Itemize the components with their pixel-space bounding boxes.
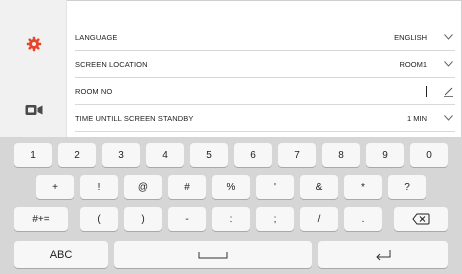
setting-label: ROOM NO <box>75 86 113 96</box>
key-8[interactable]: 8 <box>322 143 360 167</box>
key-open-paren[interactable]: ( <box>80 207 118 231</box>
key-apostrophe[interactable]: ' <box>256 175 294 199</box>
key-hash[interactable]: # <box>168 175 206 199</box>
settings-list: LANGUAGE ENGLISH SCREEN LOCATION ROOM1 R… <box>75 24 455 132</box>
setting-value: ROOM1 <box>399 59 427 69</box>
key-2[interactable]: 2 <box>58 143 96 167</box>
text-cursor <box>426 85 427 97</box>
setting-row-screen-location[interactable]: SCREEN LOCATION ROOM1 <box>75 51 455 78</box>
key-asterisk[interactable]: * <box>344 175 382 199</box>
setting-value: ENGLISH <box>394 32 427 42</box>
key-at[interactable]: @ <box>124 175 162 199</box>
gear-icon[interactable] <box>0 36 67 52</box>
on-screen-keyboard: 1 2 3 4 5 6 7 8 9 0 + ! @ # % ' & * ? #+… <box>0 137 462 274</box>
key-ampersand[interactable]: & <box>300 175 338 199</box>
key-close-paren[interactable]: ) <box>124 207 162 231</box>
key-5[interactable]: 5 <box>190 143 228 167</box>
key-9[interactable]: 9 <box>366 143 404 167</box>
key-question[interactable]: ? <box>388 175 426 199</box>
key-exclamation[interactable]: ! <box>80 175 118 199</box>
key-plus[interactable]: + <box>36 175 74 199</box>
chevron-down-icon[interactable] <box>441 61 455 67</box>
setting-row-room-no[interactable]: ROOM NO <box>75 78 455 105</box>
key-colon[interactable]: : <box>212 207 250 231</box>
key-3[interactable]: 3 <box>102 143 140 167</box>
setting-label: LANGUAGE <box>75 32 118 42</box>
space-icon <box>198 251 228 258</box>
video-camera-icon[interactable] <box>0 104 67 116</box>
chevron-down-icon[interactable] <box>441 34 455 40</box>
key-6[interactable]: 6 <box>234 143 272 167</box>
setting-row-standby[interactable]: TIME UNTILL SCREEN STANDBY 1 MIN <box>75 105 455 132</box>
spacebar[interactable] <box>114 241 312 268</box>
key-1[interactable]: 1 <box>14 143 52 167</box>
key-symbols-toggle[interactable]: #+= <box>14 207 68 231</box>
chevron-down-icon[interactable] <box>441 115 455 121</box>
key-period[interactable]: . <box>344 207 382 231</box>
setting-label: SCREEN LOCATION <box>75 59 148 69</box>
key-0[interactable]: 0 <box>410 143 448 167</box>
setting-value: 1 MIN <box>406 113 427 123</box>
key-4[interactable]: 4 <box>146 143 184 167</box>
backspace-key[interactable] <box>394 207 448 231</box>
key-abc[interactable]: ABC <box>14 241 108 268</box>
edit-pencil-icon[interactable] <box>441 86 455 97</box>
key-percent[interactable]: % <box>212 175 250 199</box>
backspace-icon <box>412 213 430 225</box>
key-semicolon[interactable]: ; <box>256 207 294 231</box>
key-7[interactable]: 7 <box>278 143 316 167</box>
setting-row-language[interactable]: LANGUAGE ENGLISH <box>75 24 455 51</box>
key-slash[interactable]: / <box>300 207 338 231</box>
enter-key[interactable] <box>318 241 448 268</box>
enter-icon <box>376 249 391 260</box>
key-dash[interactable]: - <box>168 207 206 231</box>
setting-label: TIME UNTILL SCREEN STANDBY <box>75 113 194 123</box>
